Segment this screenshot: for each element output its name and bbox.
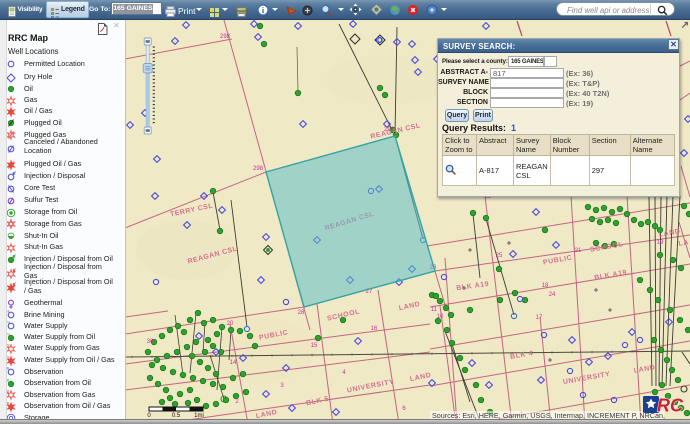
svg-text:298: 298 [253,166,264,172]
svg-text:24: 24 [549,292,556,298]
svg-text:25: 25 [496,253,503,259]
svg-text:↗: ↗ [681,20,689,31]
svg-text:11: 11 [431,307,438,313]
svg-text:30: 30 [147,339,154,345]
svg-text:16: 16 [371,326,378,332]
svg-text:20: 20 [227,321,234,327]
svg-text:28: 28 [298,310,305,316]
svg-text:17: 17 [536,315,543,321]
svg-text:Sources: Esri, HERE, Garmin, U: Sources: Esri, HERE, Garmin, USGS, Inter… [432,411,665,419]
svg-text:298: 298 [220,34,231,40]
svg-text:15: 15 [311,343,318,349]
svg-text:10: 10 [437,314,444,320]
svg-text:RC: RC [657,396,684,416]
svg-text:14: 14 [230,360,237,366]
svg-text:21: 21 [575,248,582,254]
svg-text:18: 18 [542,283,549,289]
svg-text:19: 19 [657,240,664,246]
